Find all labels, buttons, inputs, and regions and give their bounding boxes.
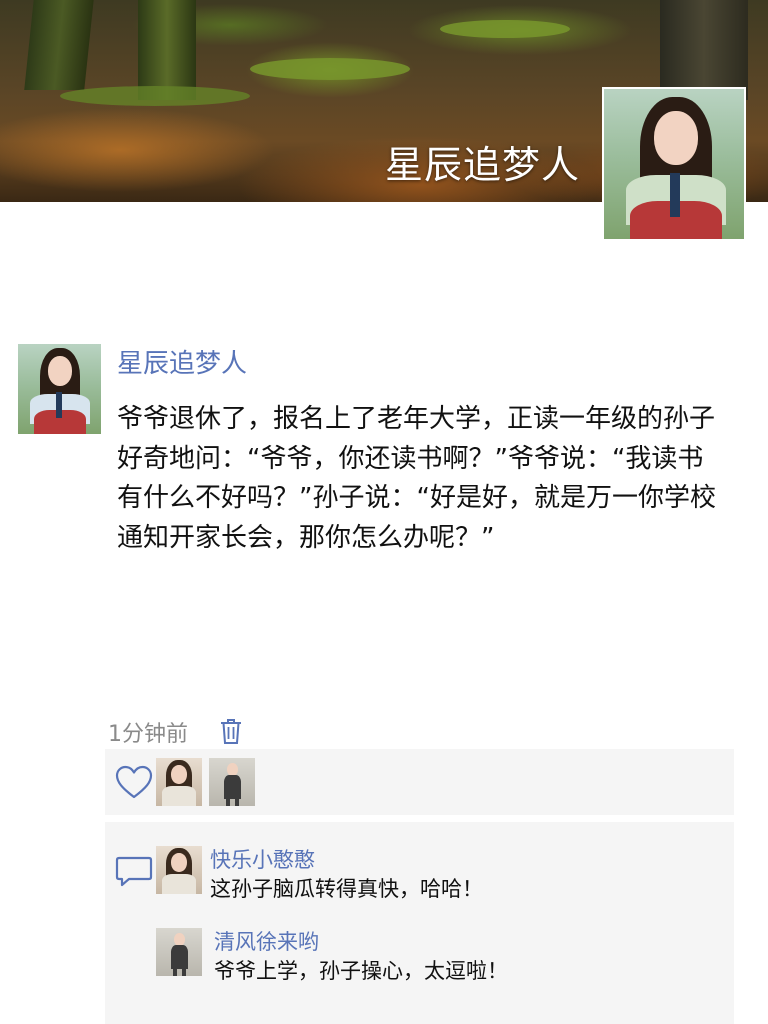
cover-moss: [440, 20, 570, 38]
post-text: 爷爷退休了，报名上了老年大学，正读一年级的孙子好奇地问：“爷爷，你还读书啊？”爷…: [117, 404, 716, 553]
comment-text[interactable]: 爷爷上学，孙子操心，太逗啦！: [214, 955, 508, 985]
heart-icon: [115, 765, 153, 799]
cover-tree-trunk: [660, 0, 748, 100]
commenter-avatar[interactable]: [156, 928, 202, 976]
comment-author[interactable]: 快乐小憨憨: [210, 844, 315, 874]
comments-panel: 快乐小憨憨 这孙子脑瓜转得真快，哈哈！ 清风徐来哟 爷爷上学，孙子操心，太逗啦！: [105, 822, 734, 1024]
profile-avatar[interactable]: [602, 87, 746, 241]
post-author-name[interactable]: 星辰追梦人: [117, 343, 247, 380]
post-author-avatar[interactable]: [18, 344, 101, 434]
cover-tree-trunk: [24, 0, 96, 90]
cover-moss: [60, 86, 250, 106]
comment-author[interactable]: 清风徐来哟: [214, 926, 319, 956]
comment-text[interactable]: 这孙子脑瓜转得真快，哈哈！: [210, 873, 483, 903]
trash-icon[interactable]: [219, 717, 243, 745]
commenter-avatar[interactable]: [156, 846, 202, 894]
cover-tree-trunk: [138, 0, 196, 100]
likes-panel: [105, 749, 734, 815]
liker-avatar[interactable]: [209, 758, 255, 806]
post-timestamp: 1分钟前: [108, 722, 188, 747]
profile-name: 星辰追梦人: [384, 143, 580, 187]
cover-moss: [250, 58, 410, 80]
comment-bubble-icon: [115, 856, 153, 887]
liker-avatar[interactable]: [156, 758, 202, 806]
